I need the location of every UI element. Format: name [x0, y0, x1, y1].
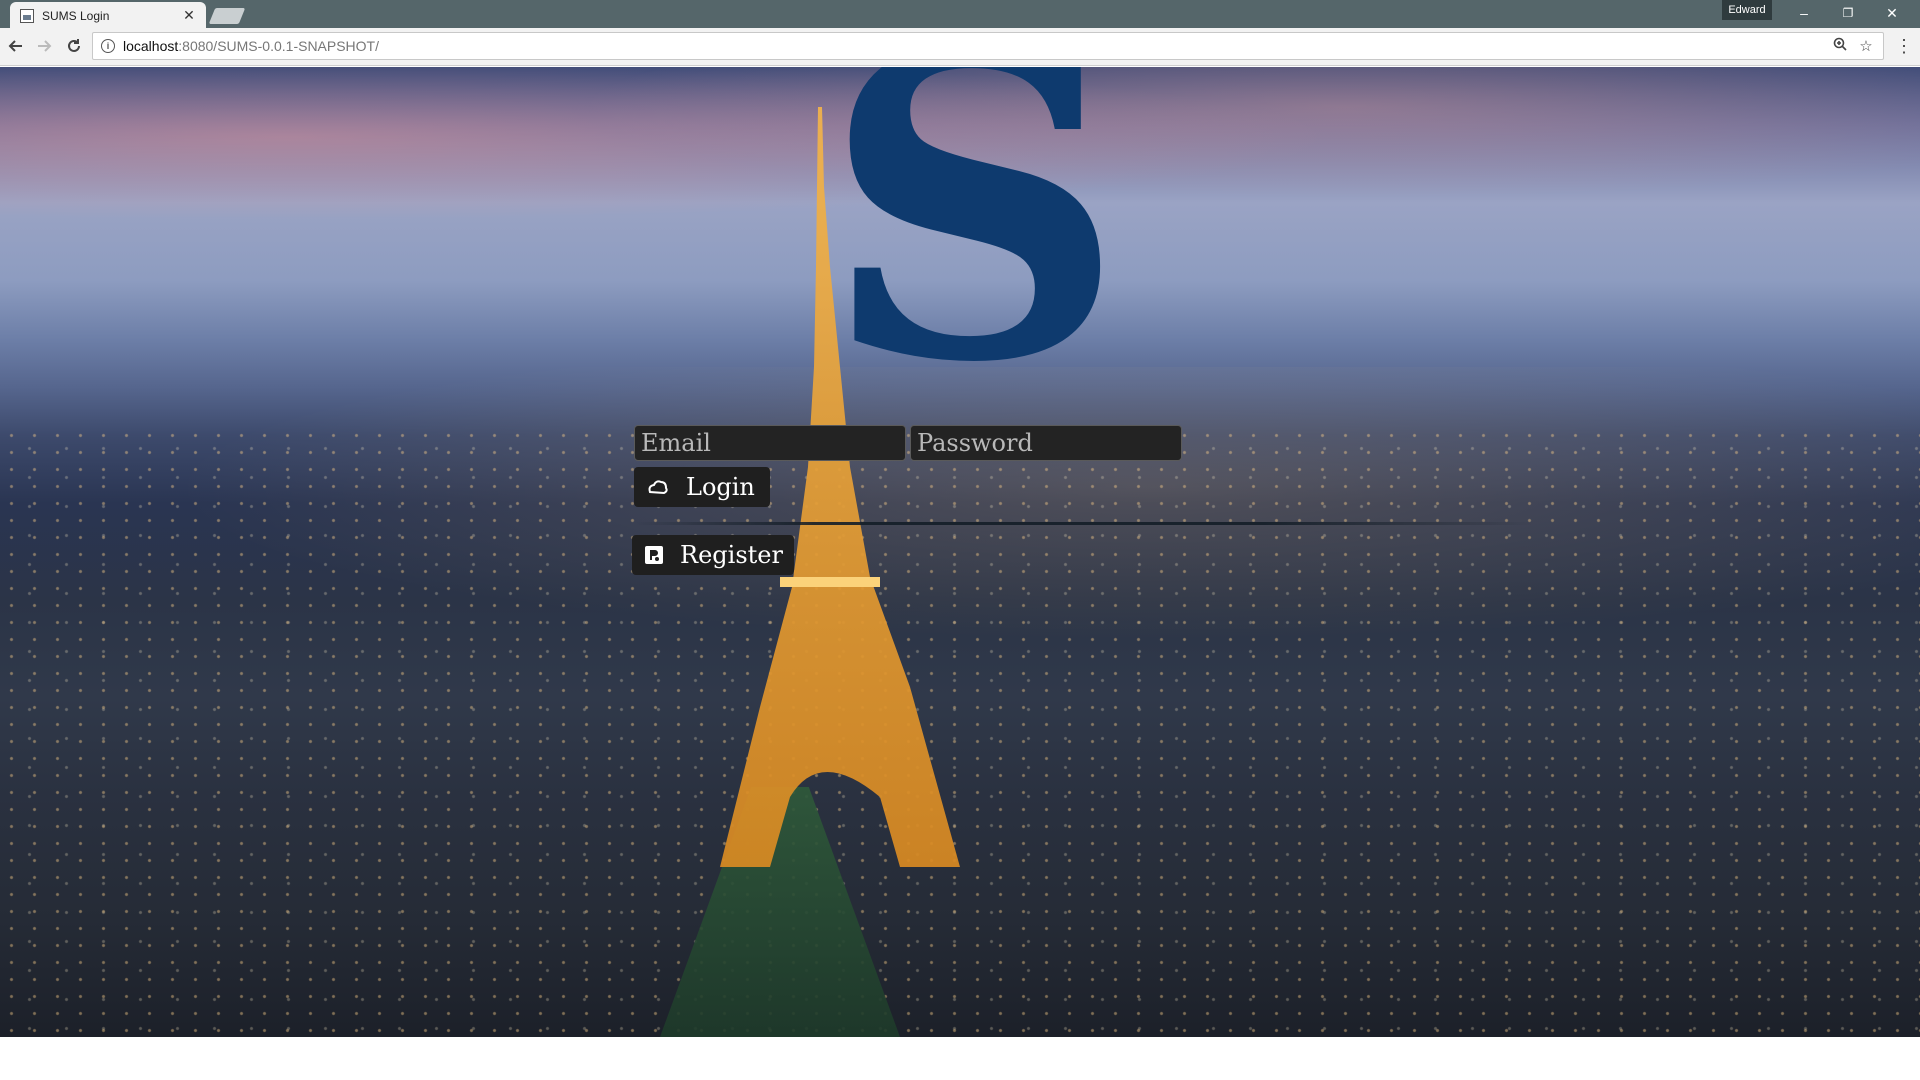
- zoom-icon[interactable]: [1831, 37, 1849, 55]
- password-field[interactable]: [910, 425, 1182, 461]
- star-icon[interactable]: ☆: [1857, 37, 1875, 55]
- form-divider: [634, 522, 1534, 525]
- profile-button[interactable]: Edward: [1722, 0, 1772, 20]
- login-label: Login: [686, 473, 755, 501]
- minimize-button[interactable]: –: [1782, 0, 1826, 26]
- register-label: Register: [680, 541, 783, 569]
- info-icon[interactable]: i: [101, 39, 115, 53]
- browser-toolbar: i localhost :8080/SUMS-0.0.1-SNAPSHOT/ ☆…: [0, 28, 1920, 66]
- logo-letter: S: [822, 67, 1126, 455]
- url-path: :8080/SUMS-0.0.1-SNAPSHOT/: [178, 38, 380, 54]
- browser-title-bar: SUMS Login ✕ Edward – ❐ ✕: [0, 0, 1920, 29]
- register-button[interactable]: Register: [632, 535, 794, 575]
- back-icon[interactable]: [4, 34, 28, 58]
- forward-icon[interactable]: [32, 34, 56, 58]
- tab-close-icon[interactable]: ✕: [182, 7, 196, 24]
- browser-tab[interactable]: SUMS Login ✕: [10, 2, 206, 29]
- new-tab-button[interactable]: [208, 8, 246, 24]
- menu-icon[interactable]: ⋮: [1892, 34, 1916, 58]
- login-icon: [646, 475, 670, 499]
- login-button[interactable]: Login: [634, 467, 770, 507]
- close-window-button[interactable]: ✕: [1870, 0, 1914, 26]
- page-viewport: S Login Register: [0, 67, 1920, 1037]
- email-field[interactable]: [634, 425, 906, 461]
- reload-icon[interactable]: [62, 34, 86, 58]
- restore-button[interactable]: ❐: [1826, 0, 1870, 26]
- page-favicon-icon: [20, 8, 34, 23]
- tab-title: SUMS Login: [42, 8, 110, 23]
- url-host: localhost: [123, 38, 179, 54]
- address-bar[interactable]: i localhost :8080/SUMS-0.0.1-SNAPSHOT/ ☆: [92, 32, 1884, 60]
- register-icon: [644, 543, 664, 567]
